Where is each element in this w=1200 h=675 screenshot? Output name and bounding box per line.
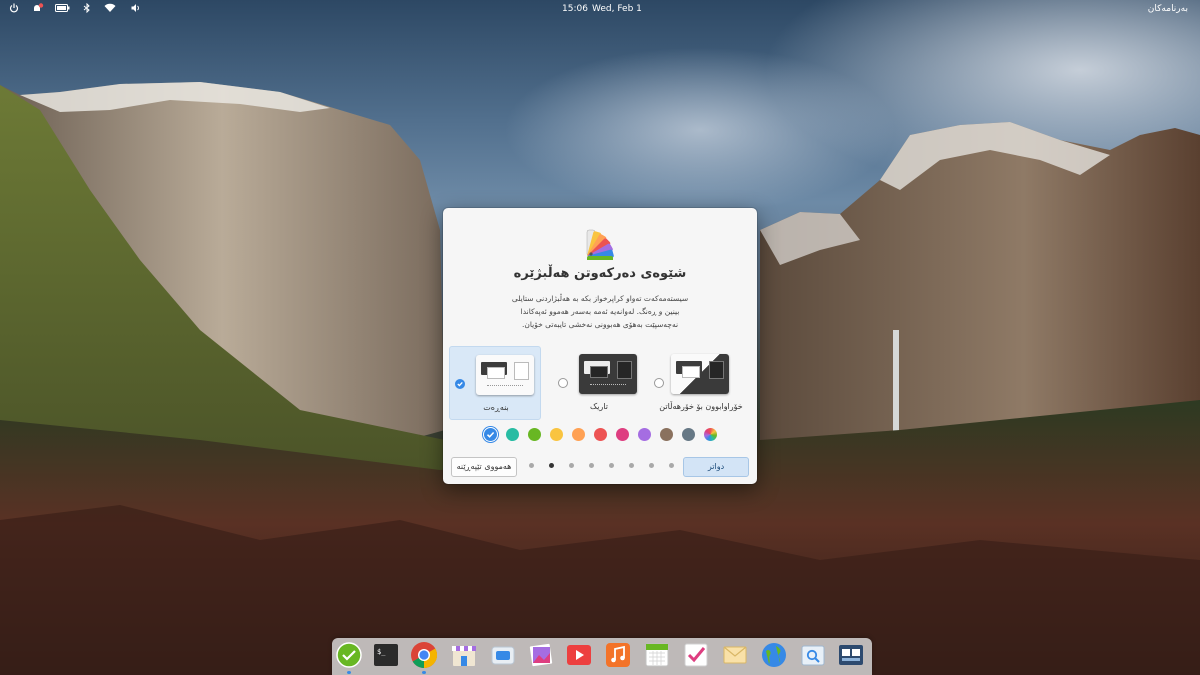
- accent-swatch-mint[interactable]: [506, 428, 519, 441]
- page-dot[interactable]: [589, 463, 594, 468]
- accent-swatch-banana[interactable]: [550, 428, 563, 441]
- mail-icon[interactable]: [721, 641, 749, 669]
- running-indicator: [347, 671, 351, 674]
- accent-swatch-orange[interactable]: [572, 428, 585, 441]
- description-line: نەچەسپێت بەهۆی هەبوونی نەخشی تایبەتی خۆی…: [521, 320, 679, 329]
- accent-swatch-grape[interactable]: [638, 428, 651, 441]
- photos-icon[interactable]: [527, 641, 555, 669]
- style-label-sunset-to-sunrise: خۆراوابوون بۆ خۆرهەڵاتن: [659, 402, 743, 411]
- accent-swatch-slate[interactable]: [682, 428, 695, 441]
- battery-icon[interactable]: [55, 3, 70, 15]
- tasks-check-icon[interactable]: [682, 641, 710, 669]
- chrome-icon[interactable]: [410, 641, 438, 669]
- style-radio-default[interactable]: [455, 379, 465, 389]
- panel-date[interactable]: Wed, Feb 1: [592, 3, 642, 15]
- wifi-icon[interactable]: [104, 3, 116, 15]
- style-option-sunset-to-sunrise[interactable]: خۆراوابوون بۆ خۆرهەڵاتن: [649, 346, 753, 420]
- calendar-icon[interactable]: [643, 641, 671, 669]
- accent-swatch-lime[interactable]: [528, 428, 541, 441]
- description-line: سیستەمەکەت تەواو کراپرخواز بکە بە هەڵبژا…: [511, 294, 689, 303]
- notifications-icon[interactable]: [32, 3, 44, 15]
- description-line: بینین و ڕەنگ. لەوانەیە ئەمە بەسەر هەموو …: [520, 307, 680, 316]
- volume-icon[interactable]: [131, 3, 141, 15]
- running-indicator: [422, 671, 426, 674]
- music-icon[interactable]: [604, 641, 632, 669]
- top-panel: 15:06 Wed, Feb 1 بەرنامەکان: [0, 0, 1200, 18]
- style-option-default[interactable]: بنەڕەت: [449, 346, 541, 420]
- videos-icon[interactable]: [565, 641, 593, 669]
- page-dot[interactable]: [649, 463, 654, 468]
- page-dot-current[interactable]: [549, 463, 554, 468]
- appearance-palette-icon: [581, 222, 619, 264]
- svg-text:$_: $_: [377, 648, 386, 656]
- dock: $_: [332, 638, 872, 675]
- page-dot[interactable]: [569, 463, 574, 468]
- style-radio-dark[interactable]: [558, 378, 568, 388]
- terminal-icon[interactable]: $_: [372, 641, 400, 669]
- applications-menu[interactable]: بەرنامەکان: [1148, 3, 1188, 15]
- accent-swatch-cocoa[interactable]: [660, 428, 673, 441]
- accent-swatch-strawberry[interactable]: [594, 428, 607, 441]
- style-thumbnail-default: [476, 355, 534, 395]
- accent-color-picker: [484, 428, 717, 442]
- files-icon[interactable]: [489, 641, 517, 669]
- screenshot-icon[interactable]: [837, 641, 865, 669]
- style-thumbnail-sunset-to-sunrise: [671, 354, 729, 394]
- panel-clock[interactable]: 15:06: [562, 3, 588, 15]
- page-dot[interactable]: [629, 463, 634, 468]
- style-radio-sunset-to-sunrise[interactable]: [654, 378, 664, 388]
- page-dot[interactable]: [669, 463, 674, 468]
- page-dot[interactable]: [609, 463, 614, 468]
- web-browser-icon[interactable]: [760, 641, 788, 669]
- onboarding-dialog: شێوەی دەرکەوتن هەڵبژێرە سیستەمەکەت تەواو…: [443, 208, 757, 484]
- power-icon[interactable]: [9, 3, 19, 15]
- dialog-description: سیستەمەکەت تەواو کراپرخواز بکە بە هەڵبژا…: [503, 292, 697, 331]
- bluetooth-icon[interactable]: [83, 3, 91, 15]
- tasks-icon[interactable]: [335, 641, 363, 669]
- skip-all-button[interactable]: هەمووی تێپەڕێنە: [451, 457, 517, 477]
- appcenter-icon[interactable]: [450, 641, 478, 669]
- style-label-default: بنەڕەت: [483, 403, 509, 412]
- accent-swatch-bubblegum[interactable]: [616, 428, 629, 441]
- page-indicator: [529, 463, 674, 471]
- accent-swatch-auto[interactable]: [704, 428, 717, 441]
- next-button[interactable]: دواتر: [683, 457, 749, 477]
- style-label-dark: تاریک: [590, 402, 608, 411]
- accent-swatch-blue[interactable]: [484, 428, 497, 441]
- style-thumbnail-dark: [579, 354, 637, 394]
- page-dot[interactable]: [529, 463, 534, 468]
- dialog-title: شێوەی دەرکەوتن هەڵبژێرە: [513, 266, 687, 281]
- style-option-dark[interactable]: تاریک: [553, 346, 645, 420]
- search-icon[interactable]: [799, 641, 827, 669]
